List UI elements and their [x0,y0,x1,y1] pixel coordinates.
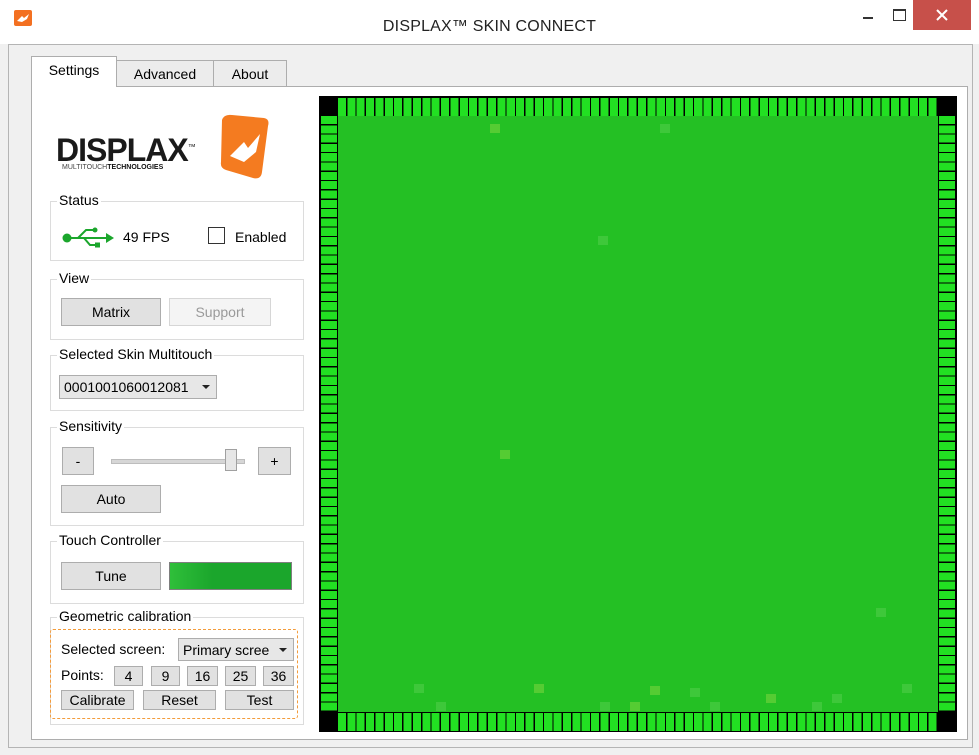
touch-noise-cell [876,608,886,617]
fps-readout: 49 FPS [123,229,170,245]
sensitivity-increase-button[interactable]: + [258,447,291,475]
test-button[interactable]: Test [225,690,294,710]
touch-controller-title: Touch Controller [57,532,163,548]
touch-noise-cell [630,702,640,711]
title-bar: DISPLAX™ SKIN CONNECT [0,0,979,44]
points-9-button[interactable]: 9 [151,666,180,686]
maximize-button[interactable] [885,0,913,30]
close-button[interactable] [913,0,971,30]
tab-advanced[interactable]: Advanced [116,60,214,86]
touch-noise-cell [490,124,500,133]
touch-noise-cell [766,694,776,703]
touch-noise-cell [902,684,912,693]
displax-logo-mark-icon [220,114,269,179]
matrix-row-index-left [321,116,337,712]
touch-noise-cell [690,688,700,697]
points-label: Points: [61,667,104,683]
points-25-button[interactable]: 25 [225,666,256,686]
touch-matrix-field [338,116,938,712]
matrix-button[interactable]: Matrix [61,298,161,326]
window-title: DISPLAX™ SKIN CONNECT [382,18,597,35]
minimize-icon [863,17,873,19]
auto-button[interactable]: Auto [61,485,161,513]
enabled-label: Enabled [235,229,287,245]
matrix-column-index-top [338,98,938,116]
calibrate-button[interactable]: Calibrate [61,690,134,710]
skin-select-value: 0001001060012081 [64,379,189,395]
reset-button[interactable]: Reset [143,690,216,710]
screen-select[interactable]: Primary scree [178,638,294,661]
touch-noise-cell [436,702,446,711]
view-title: View [57,270,92,286]
sensitivity-title: Sensitivity [57,418,125,434]
tune-button[interactable]: Tune [61,562,161,590]
points-36-button[interactable]: 36 [263,666,294,686]
screen-select-value: Primary scree [183,641,270,658]
touch-noise-cell [710,702,720,711]
points-4-button[interactable]: 4 [114,666,143,686]
selected-screen-label: Selected screen: [61,641,166,657]
signal-quality-bar [169,562,292,590]
support-button[interactable]: Support [169,298,271,326]
minimize-button[interactable] [854,0,882,30]
logo-subtitle: MULTITOUCHTECHNOLOGIES [62,164,164,171]
skin-title: Selected Skin Multitouch [57,346,215,362]
sensitivity-slider-thumb[interactable] [224,449,237,471]
status-title: Status [57,192,101,208]
touch-noise-cell [598,236,608,245]
tab-about[interactable]: About [213,60,287,86]
touch-noise-cell [534,684,544,693]
touch-noise-cell [660,124,670,133]
sensitivity-decrease-button[interactable]: - [62,447,94,475]
touch-noise-cell [832,694,842,703]
displax-logo: DISPLAX™ MULTITOUCHTECHNOLOGIES [54,112,274,186]
points-16-button[interactable]: 16 [187,666,218,686]
usb-icon [62,227,114,248]
touch-noise-cell [414,684,424,693]
maximize-icon [892,9,906,21]
touch-noise-cell [812,702,822,711]
skin-select[interactable]: 0001001060012081 [59,375,217,399]
enabled-checkbox[interactable] [208,227,225,244]
touch-noise-cell [650,686,660,695]
touch-noise-cell [600,702,610,711]
close-icon [936,9,948,21]
geometric-calibration-title: Geometric calibration [57,608,194,624]
chevron-down-icon [279,647,287,652]
touch-noise-cell [500,450,510,459]
matrix-column-index-bottom [338,713,938,731]
matrix-row-index-right [939,116,955,712]
tab-settings[interactable]: Settings [31,56,117,87]
chevron-down-icon [202,385,210,389]
